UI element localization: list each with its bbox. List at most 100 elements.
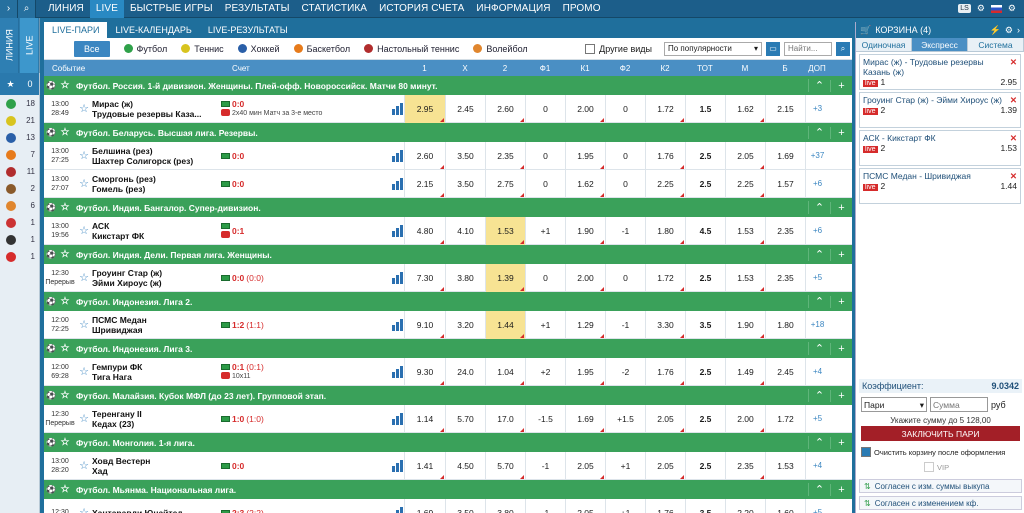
odds-cell[interactable]: 1.41 xyxy=(404,451,445,480)
stats-bars-icon[interactable] xyxy=(392,149,404,162)
collapse-icon[interactable]: ⌃ xyxy=(808,342,830,355)
star-icon[interactable]: ☆ xyxy=(58,249,72,260)
star-icon[interactable]: ☆ xyxy=(76,318,92,331)
odds-cell[interactable]: 2.00 xyxy=(565,263,605,292)
add-icon[interactable]: + xyxy=(830,342,852,355)
header-col[interactable]: М xyxy=(725,64,765,73)
odds-cell[interactable]: 1.62 xyxy=(565,169,605,198)
collapse-icon[interactable]: ⌃ xyxy=(808,126,830,139)
collapse-icon[interactable]: ⌃ xyxy=(808,79,830,92)
add-icon[interactable]: + xyxy=(830,201,852,214)
league-group-header[interactable]: ⚽ ☆ Футбол. Индонезия. Лига 2. ⌃ + xyxy=(44,292,852,311)
close-icon[interactable]: ✕ xyxy=(1010,171,1017,181)
more-markets[interactable]: +6 xyxy=(805,169,829,198)
sidebar-sport-item[interactable]: 1 xyxy=(0,231,39,248)
odds-cell[interactable]: 2.95 xyxy=(404,94,445,123)
odds-cell[interactable]: 0 xyxy=(525,141,565,170)
more-markets[interactable]: +5 xyxy=(805,498,829,513)
cart-tab-0[interactable]: Одиночная xyxy=(856,38,912,51)
subtab-2[interactable]: LIVE-РЕЗУЛЬТАТЫ xyxy=(200,22,296,38)
odds-cell[interactable]: 1.39 xyxy=(485,263,525,292)
teams[interactable]: Мирас (ж) Трудовые резервы Каза... xyxy=(92,99,218,119)
stats-bars-icon[interactable] xyxy=(392,177,404,190)
sidebar-sport-item[interactable]: 1 xyxy=(0,248,39,265)
odds-cell[interactable]: 2.15 xyxy=(765,94,805,123)
header-col[interactable]: X xyxy=(445,64,485,73)
cart-bet[interactable]: ✕ АСК - Кикстарт ФК live 2 1.53 xyxy=(859,130,1021,166)
agree-odds-option[interactable]: ⇅ Согласен с изменением кф. xyxy=(859,496,1022,510)
stats-icon[interactable] xyxy=(220,274,230,281)
odds-cell[interactable]: 4.80 xyxy=(404,216,445,245)
odds-cell[interactable]: 17.0 xyxy=(485,404,525,433)
odds-cell[interactable]: 1.69 xyxy=(765,141,805,170)
filter-all-button[interactable]: Все xyxy=(74,40,110,57)
odds-cell[interactable]: 3.5 xyxy=(685,310,725,339)
odds-cell[interactable]: 3.5 xyxy=(685,498,725,513)
odds-cell[interactable]: +1 xyxy=(605,451,645,480)
video-icon[interactable] xyxy=(220,231,230,238)
odds-cell[interactable]: +2 xyxy=(525,357,565,386)
collapse-icon[interactable]: ⌃ xyxy=(808,389,830,402)
table-row[interactable]: 12:00 69:28 ☆ Гемпури ФК Тига Нага 0:1 (0:1) 10… xyxy=(44,357,852,386)
star-icon[interactable]: ☆ xyxy=(58,343,72,354)
odds-cell[interactable]: -1 xyxy=(525,451,565,480)
nav-item[interactable]: БЫСТРЫЕ ИГРЫ xyxy=(124,0,219,18)
odds-cell[interactable]: 2.45 xyxy=(445,94,485,123)
table-row[interactable]: 12:00 72:25 ☆ ПСМС Медан Шривиджая 1:2 (1:1) 9.… xyxy=(44,310,852,339)
header-col[interactable]: Б xyxy=(765,64,805,73)
sidebar-sport-item[interactable]: 2 xyxy=(0,180,39,197)
odds-cell[interactable]: 2.00 xyxy=(565,94,605,123)
odds-cell[interactable]: 1.60 xyxy=(765,498,805,513)
teams[interactable]: ПСМС Медан Шривиджая xyxy=(92,315,218,335)
league-group-header[interactable]: ⚽ ☆ Футбол. Малайзия. Кубок МФЛ (до 23 лет… xyxy=(44,386,852,405)
odds-cell[interactable]: 3.50 xyxy=(445,141,485,170)
odds-cell[interactable]: 3.80 xyxy=(485,498,525,513)
collapse-icon[interactable]: ⌃ xyxy=(808,201,830,214)
language-flag-icon[interactable] xyxy=(990,4,1002,13)
odds-cell[interactable]: 2.5 xyxy=(685,357,725,386)
odds-cell[interactable]: 1.62 xyxy=(725,94,765,123)
odds-cell[interactable]: 0 xyxy=(525,263,565,292)
odds-cell[interactable]: 2.35 xyxy=(765,263,805,292)
odds-cell[interactable]: -2 xyxy=(605,357,645,386)
more-markets[interactable]: +4 xyxy=(805,357,829,386)
odds-cell[interactable]: 1.14 xyxy=(404,404,445,433)
odds-cell[interactable]: 0 xyxy=(605,169,645,198)
odds-cell[interactable]: +1 xyxy=(605,498,645,513)
sidebar-sport-item[interactable]: 11 xyxy=(0,163,39,180)
nav-item[interactable]: LIVE xyxy=(89,0,124,18)
menu-chevron-icon[interactable]: › xyxy=(0,0,18,18)
odds-cell[interactable]: 1.90 xyxy=(725,310,765,339)
table-row[interactable]: 13:00 28:49 ☆ Мирас (ж) Трудовые резервы Каз… xyxy=(44,94,852,123)
star-icon[interactable]: ☆ xyxy=(76,102,92,115)
stats-icon[interactable] xyxy=(220,101,230,107)
odds-cell[interactable]: 1.53 xyxy=(485,216,525,245)
agree-buyout-option[interactable]: ⇅ Согласен с изм. суммы выкупа xyxy=(859,479,1022,493)
collapse-icon[interactable]: ⌃ xyxy=(808,248,830,261)
sidebar-tab-line[interactable]: ЛИНИЯ xyxy=(0,18,20,73)
sidebar-sport-item[interactable]: 7 xyxy=(0,146,39,163)
odds-cell[interactable]: -1.5 xyxy=(525,404,565,433)
odds-cell[interactable]: 1.90 xyxy=(565,216,605,245)
odds-cell[interactable]: 0 xyxy=(605,141,645,170)
odds-cell[interactable]: +1.5 xyxy=(605,404,645,433)
league-group-header[interactable]: ⚽ ☆ Футбол. Индонезия. Лига 3. ⌃ + xyxy=(44,339,852,358)
sidebar-tab-live[interactable]: LIVE xyxy=(19,18,39,73)
sport-filter[interactable]: Волейбол xyxy=(473,44,528,54)
league-group-header[interactable]: ⚽ ☆ Футбол. Мьянма. Национальная лига. ⌃ + xyxy=(44,480,852,499)
odds-cell[interactable]: 1.95 xyxy=(565,357,605,386)
teams[interactable]: Хантаравди Юнайтед xyxy=(92,508,218,513)
header-col[interactable]: 1 xyxy=(404,64,445,73)
star-icon[interactable]: ☆ xyxy=(76,365,92,378)
teams[interactable]: АСК Кикстарт ФК xyxy=(92,221,218,241)
odds-cell[interactable]: 1.69 xyxy=(565,404,605,433)
odds-cell[interactable]: 2.05 xyxy=(725,141,765,170)
more-markets[interactable]: +3 xyxy=(805,94,829,123)
odds-cell[interactable]: 2.05 xyxy=(565,451,605,480)
teams[interactable]: Гемпури ФК Тига Нага xyxy=(92,362,218,382)
odds-cell[interactable]: 2.5 xyxy=(685,169,725,198)
odds-cell[interactable]: 1.53 xyxy=(725,263,765,292)
odds-cell[interactable]: 2.20 xyxy=(725,498,765,513)
odds-cell[interactable]: 2.60 xyxy=(404,141,445,170)
stats-bars-icon[interactable] xyxy=(392,318,404,331)
